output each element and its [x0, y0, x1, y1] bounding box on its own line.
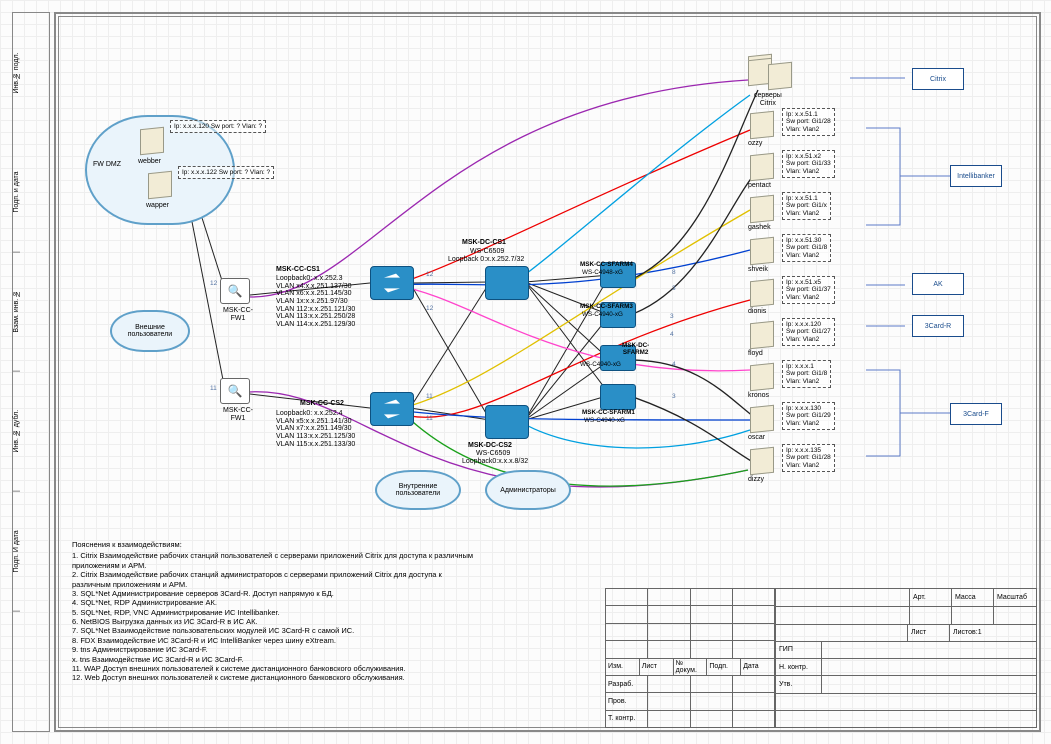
server-ozzy-info: Ip: x.x.51.1Sw port: Gi1/28Vlan: Vlan2 [782, 108, 835, 136]
legend-notes: Пояснения к взаимодействиям: 1. Citrix В… [72, 540, 612, 683]
revision-table: Изм. Лист № докум. Подп. Дата Разраб. Пр… [605, 588, 775, 728]
server-shveik-icon [750, 237, 774, 266]
switch-cs1-cfg: Loopback0: x.x.252.3 VLAN x4:x.x.251.137… [276, 275, 355, 329]
server-wapper-label: wapper [146, 202, 169, 210]
switch-sfarm2-label: MSK-DC- SFARM2 [622, 343, 649, 357]
server-oscar-label: oscar [748, 434, 765, 442]
rail-cell: Взам. инв. № [13, 252, 20, 372]
firewall-1b-label: MSK-CC- FW1 [218, 407, 258, 422]
switch-sfarm1-label: MSK-CC-SFARM1 [582, 410, 635, 417]
server-wapper-icon [148, 171, 172, 200]
switch-sfarm2-model: WS-C4940-xG [580, 362, 621, 369]
switch-sfarm3-label: MSK-CC-SFARM3 [580, 304, 633, 311]
server-floyd-icon [750, 321, 774, 350]
switch-dc1-cfg: Loopback 0:x.x.252.7/32 [448, 256, 524, 264]
switch-cs1-label: MSK-CC-CS1 [276, 266, 320, 274]
server-wapper-info: Ip: x.x.x.122 Sw port: ? Vlan: ? [178, 166, 274, 179]
rail-cell: Инв. № дубл. [13, 372, 20, 492]
server-dionis-label: dionis [748, 308, 766, 316]
cloud-int-users: Внутренние пользователи [375, 470, 461, 510]
app-3card-r: 3Card-R [912, 315, 964, 337]
app-citrix: Citrix [912, 68, 964, 90]
server-dionis-icon [750, 279, 774, 308]
cloud-ext-users: Внешние пользователи [110, 310, 190, 352]
server-pentact-info: Ip: x.x.51.x2Sw port: Gi1/33Vlan: Vlan2 [782, 150, 835, 178]
citrix-servers-label: серверы Citrix [754, 92, 782, 107]
server-floyd-info: Ip: x.x.x.120Sw port: Gi1/27Vlan: Vlan2 [782, 318, 835, 346]
switch-dc1-label: MSK-DC-CS1 [462, 239, 506, 247]
server-gashek-label: gashek [748, 224, 771, 232]
firewall-1a-icon [220, 278, 250, 304]
rail-cell: Подп. И дата [13, 492, 20, 612]
title-block: Арт. Масса Масштаб Лист Листов:1 ГИП Н. … [775, 588, 1037, 728]
switch-dc2-icon [485, 405, 529, 439]
switch-dc1-icon [485, 266, 529, 300]
server-pentact-icon [750, 153, 774, 182]
server-dionis-info: Ip: x.x.51.x5Sw port: Gi1/37Vlan: Vlan2 [782, 276, 835, 304]
app-3card-f: 3Card-F [950, 403, 1002, 425]
server-oscar-info: Ip: x.x.x.130Sw port: Gi1/29Vlan: Vlan2 [782, 402, 835, 430]
switch-cs2-cfg: Loopback0: x.x.252.4 VLAN x5:x.x.251.141… [276, 410, 355, 448]
server-kronos-icon [750, 363, 774, 392]
server-gashek-icon [750, 195, 774, 224]
app-ak: AK [912, 273, 964, 295]
server-webber-info: Ip: x.x.x.120 Sw port: ? Vlan: ? [170, 120, 266, 133]
server-dizzy-label: dizzy [748, 476, 764, 484]
server-kronos-info: Ip: x.x.x.1Sw port: Gi1/8Vlan: Vlan2 [782, 360, 831, 388]
switch-sfarm4-model: WS-C4948-xG [582, 270, 623, 277]
server-ozzy-icon [750, 111, 774, 140]
server-shveik-info: Ip: x.x.51.30Sw port: Gi1/8Vlan: Vlan2 [782, 234, 831, 262]
server-gashek-info: Ip: x.x.51.1Sw port: Gi1/xVlan: Vlan2 [782, 192, 831, 220]
switch-cs1-icon [370, 266, 414, 300]
firewall-1b-icon [220, 378, 250, 404]
switch-sfarm1-model: WS-C4940-xG [584, 418, 625, 425]
legend-title: Пояснения к взаимодействиям: [72, 540, 612, 549]
rail-cell: Инв.№ подл. [13, 13, 20, 133]
switch-sfarm3-model: WS-C4940-xG [582, 312, 623, 319]
firewall-1a-label: MSK-CC- FW1 [218, 307, 258, 322]
switch-dc2-cfg: Loopback0:x.x.x.8/32 [462, 458, 528, 466]
server-dizzy-info: Ip: x.x.x.135Sw port: Gi1/28Vlan: Vlan2 [782, 444, 835, 472]
server-shveik-label: shveik [748, 266, 768, 274]
switch-cs2-icon [370, 392, 414, 426]
server-pentact-label: pentact [748, 182, 771, 190]
switch-dc2-label: MSK-DC-CS2 [468, 442, 512, 450]
rail-cell: Подп. и дата [13, 133, 20, 253]
server-kronos-label: kronos [748, 392, 769, 400]
cloud-dmz-label: FW DMZ [93, 161, 121, 169]
switch-dc1-model: WS-C6509 [470, 248, 504, 256]
server-webber-label: webber [138, 158, 161, 166]
server-floyd-label: floyd [748, 350, 763, 358]
cloud-admins: Администраторы [485, 470, 571, 510]
server-oscar-icon [750, 405, 774, 434]
switch-cs2-label: MSK-CC-CS2 [300, 400, 344, 408]
server-webber-icon [140, 127, 164, 156]
switch-sfarm1-icon [600, 384, 636, 410]
app-intellibanker: Intellibanker [950, 165, 1002, 187]
server-dizzy-icon [750, 447, 774, 476]
switch-dc2-model: WS-C6509 [476, 450, 510, 458]
server-ozzy-label: ozzy [748, 140, 762, 148]
switch-sfarm4-label: MSK-CC-SFARM4 [580, 262, 633, 269]
